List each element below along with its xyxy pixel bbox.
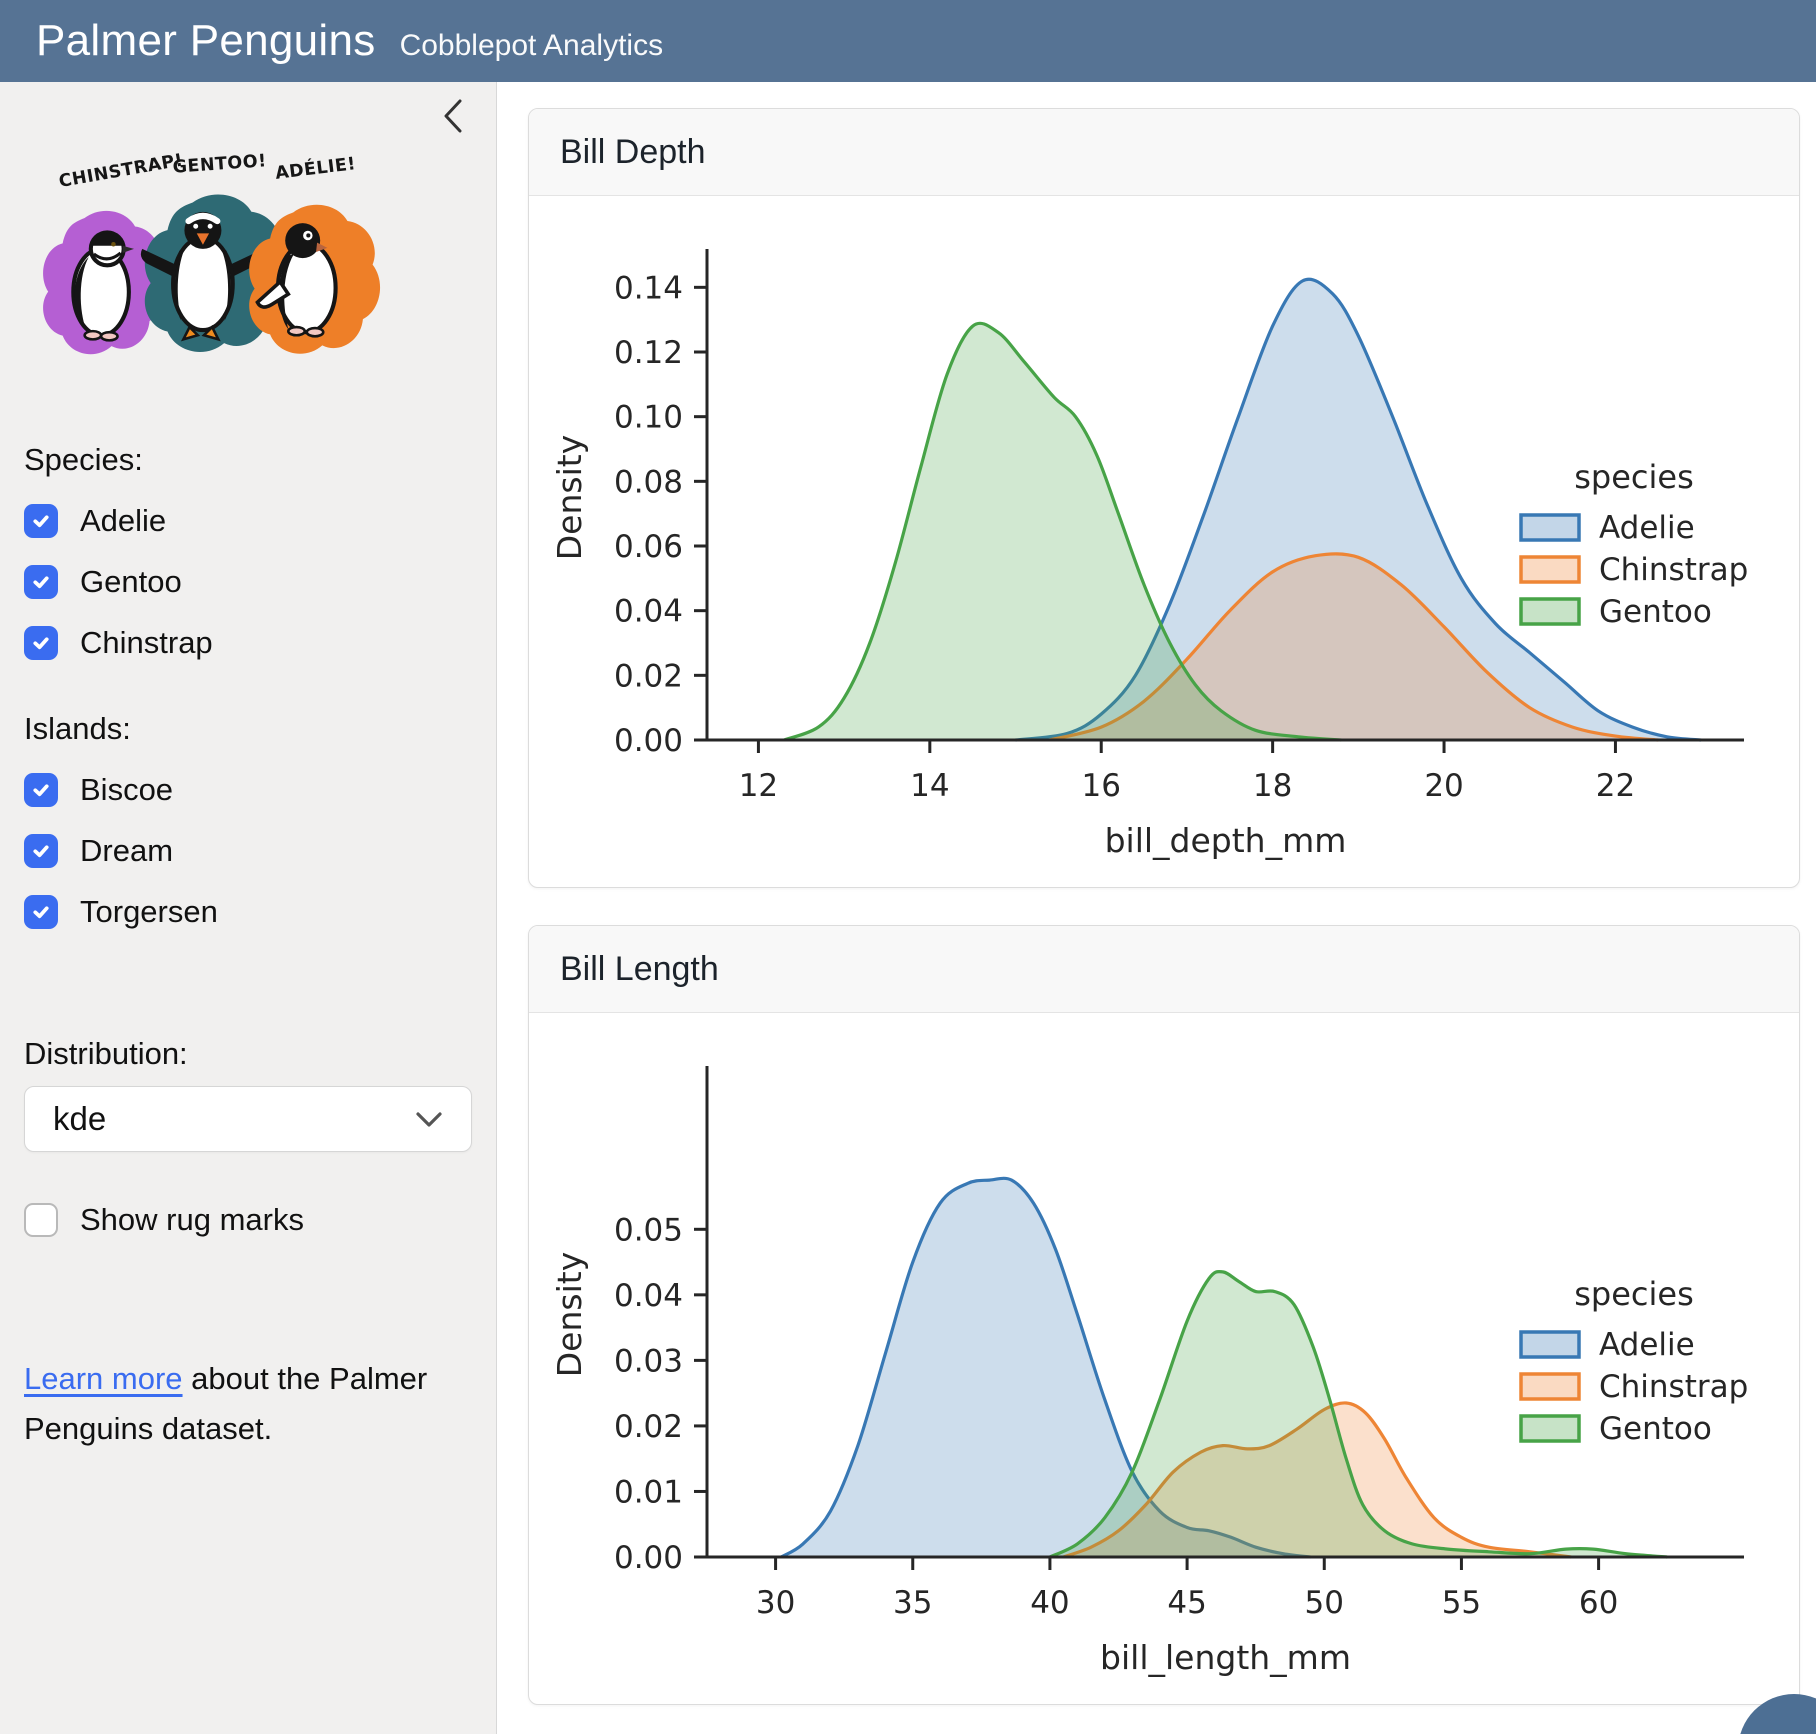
penguin-label-chinstrap: CHINSTRAP! xyxy=(57,150,185,192)
svg-text:0.10: 0.10 xyxy=(614,400,683,436)
svg-text:0.03: 0.03 xyxy=(614,1343,683,1379)
app-header: Palmer Penguins Cobblepot Analytics xyxy=(0,0,1816,82)
penguin-label-gentoo: GENTOO! xyxy=(172,151,267,178)
species-checkbox-gentoo[interactable]: Gentoo xyxy=(24,564,472,600)
distribution-selected-value: kde xyxy=(53,1100,106,1138)
svg-text:0.12: 0.12 xyxy=(614,335,683,371)
svg-text:0.04: 0.04 xyxy=(614,1278,683,1314)
svg-text:0.00: 0.00 xyxy=(614,723,683,759)
svg-text:45: 45 xyxy=(1167,1585,1206,1621)
svg-text:0.08: 0.08 xyxy=(614,464,683,500)
species-checkbox-label: Adelie xyxy=(80,503,166,539)
svg-text:0.02: 0.02 xyxy=(614,658,683,694)
svg-text:0.01: 0.01 xyxy=(614,1474,683,1510)
svg-text:0.05: 0.05 xyxy=(614,1212,683,1248)
sidebar-collapse-button[interactable] xyxy=(440,98,466,134)
svg-text:0.06: 0.06 xyxy=(614,529,683,565)
islands-section-label: Islands: xyxy=(24,711,472,747)
svg-text:50: 50 xyxy=(1305,1585,1344,1621)
bill-length-card: Bill Length 30 35 40 45 50 55 60 0.00 0.01 0.02 0.… xyxy=(528,925,1800,1705)
svg-text:40: 40 xyxy=(1030,1585,1069,1621)
page-layout: CHINSTRAP! GENTOO! ADÉLIE! Species: Adel… xyxy=(0,82,1816,1734)
svg-text:0.04: 0.04 xyxy=(614,594,683,630)
svg-text:Adelie: Adelie xyxy=(1599,1327,1695,1363)
svg-text:0.14: 0.14 xyxy=(614,270,683,306)
islands-checkbox-group: Biscoe Dream Torgersen xyxy=(24,772,472,930)
islands-checkbox-label: Biscoe xyxy=(80,772,173,808)
species-checkbox-label: Chinstrap xyxy=(80,625,213,661)
chevron-down-icon xyxy=(415,1111,443,1128)
species-checkbox-group: Adelie Gentoo Chinstrap xyxy=(24,503,472,661)
bill-depth-card: Bill Depth 12 14 16 18 20 22 0.00 0.02 0.04 0.06 0… xyxy=(528,108,1800,888)
penguin-label-adelie: ADÉLIE! xyxy=(274,152,357,184)
svg-text:Chinstrap: Chinstrap xyxy=(1599,552,1748,588)
svg-text:Gentoo: Gentoo xyxy=(1599,594,1712,630)
svg-text:Density: Density xyxy=(550,1252,589,1377)
svg-text:species: species xyxy=(1574,458,1694,496)
checkbox-checked-icon xyxy=(24,504,58,538)
checkbox-checked-icon xyxy=(24,565,58,599)
svg-text:Chinstrap: Chinstrap xyxy=(1599,1369,1748,1405)
islands-checkbox-label: Torgersen xyxy=(80,894,218,930)
checkbox-checked-icon xyxy=(24,895,58,929)
app-title: Palmer Penguins xyxy=(36,0,376,82)
bill-length-kde-chart: 30 35 40 45 50 55 60 0.00 0.01 0.02 0.03 0.04 0.05 bi… xyxy=(529,1013,1799,1705)
app-subtitle: Cobblepot Analytics xyxy=(400,29,664,63)
species-checkbox-chinstrap[interactable]: Chinstrap xyxy=(24,625,472,661)
svg-text:12: 12 xyxy=(739,768,778,804)
svg-text:bill_depth_mm: bill_depth_mm xyxy=(1105,821,1347,860)
svg-text:0.02: 0.02 xyxy=(614,1409,683,1445)
svg-text:16: 16 xyxy=(1082,768,1121,804)
bill-depth-card-title: Bill Depth xyxy=(529,109,1799,196)
checkbox-unchecked-icon xyxy=(24,1203,58,1237)
islands-checkbox-dream[interactable]: Dream xyxy=(24,833,472,869)
checkbox-checked-icon xyxy=(24,773,58,807)
main-content: Bill Depth 12 14 16 18 20 22 0.00 0.02 0.04 0.06 0… xyxy=(497,82,1816,1734)
svg-text:species: species xyxy=(1574,1275,1694,1313)
penguins-illustration: CHINSTRAP! GENTOO! ADÉLIE! xyxy=(30,146,382,398)
islands-checkbox-torgersen[interactable]: Torgersen xyxy=(24,894,472,930)
svg-text:0.00: 0.00 xyxy=(614,1540,683,1576)
bill-length-plot: 30 35 40 45 50 55 60 0.00 0.01 0.02 0.03 0.04 0.05 bi… xyxy=(529,1013,1799,1705)
svg-text:bill_length_mm: bill_length_mm xyxy=(1100,1638,1351,1677)
rug-marks-label: Show rug marks xyxy=(80,1202,304,1238)
svg-text:35: 35 xyxy=(893,1585,932,1621)
learn-more-link[interactable]: Learn more xyxy=(24,1361,183,1396)
svg-text:Adelie: Adelie xyxy=(1599,510,1695,546)
distribution-select[interactable]: kde xyxy=(24,1086,472,1152)
svg-text:Gentoo: Gentoo xyxy=(1599,1411,1712,1447)
svg-text:60: 60 xyxy=(1579,1585,1618,1621)
bill-length-card-title: Bill Length xyxy=(529,926,1799,1013)
sidebar: CHINSTRAP! GENTOO! ADÉLIE! Species: Adel… xyxy=(0,82,497,1734)
species-checkbox-adelie[interactable]: Adelie xyxy=(24,503,472,539)
rug-marks-checkbox[interactable]: Show rug marks xyxy=(24,1202,472,1238)
learn-more-text: Learn more about the Palmer Penguins dat… xyxy=(24,1354,460,1454)
checkbox-checked-icon xyxy=(24,834,58,868)
bill-depth-kde-chart: 12 14 16 18 20 22 0.00 0.02 0.04 0.06 0.08 0.10 0.12… xyxy=(529,196,1799,888)
svg-text:18: 18 xyxy=(1253,768,1292,804)
species-checkbox-label: Gentoo xyxy=(80,564,182,600)
svg-text:Density: Density xyxy=(550,435,589,560)
islands-checkbox-biscoe[interactable]: Biscoe xyxy=(24,772,472,808)
svg-text:20: 20 xyxy=(1424,768,1463,804)
islands-checkbox-label: Dream xyxy=(80,833,173,869)
svg-text:22: 22 xyxy=(1596,768,1635,804)
svg-text:14: 14 xyxy=(910,768,949,804)
species-section-label: Species: xyxy=(24,442,472,478)
svg-text:30: 30 xyxy=(756,1585,795,1621)
chevron-left-icon xyxy=(442,98,464,134)
svg-text:55: 55 xyxy=(1442,1585,1481,1621)
distribution-label: Distribution: xyxy=(24,1036,472,1072)
checkbox-checked-icon xyxy=(24,626,58,660)
bill-depth-plot: 12 14 16 18 20 22 0.00 0.02 0.04 0.06 0.08 0.10 0.12… xyxy=(529,196,1799,888)
